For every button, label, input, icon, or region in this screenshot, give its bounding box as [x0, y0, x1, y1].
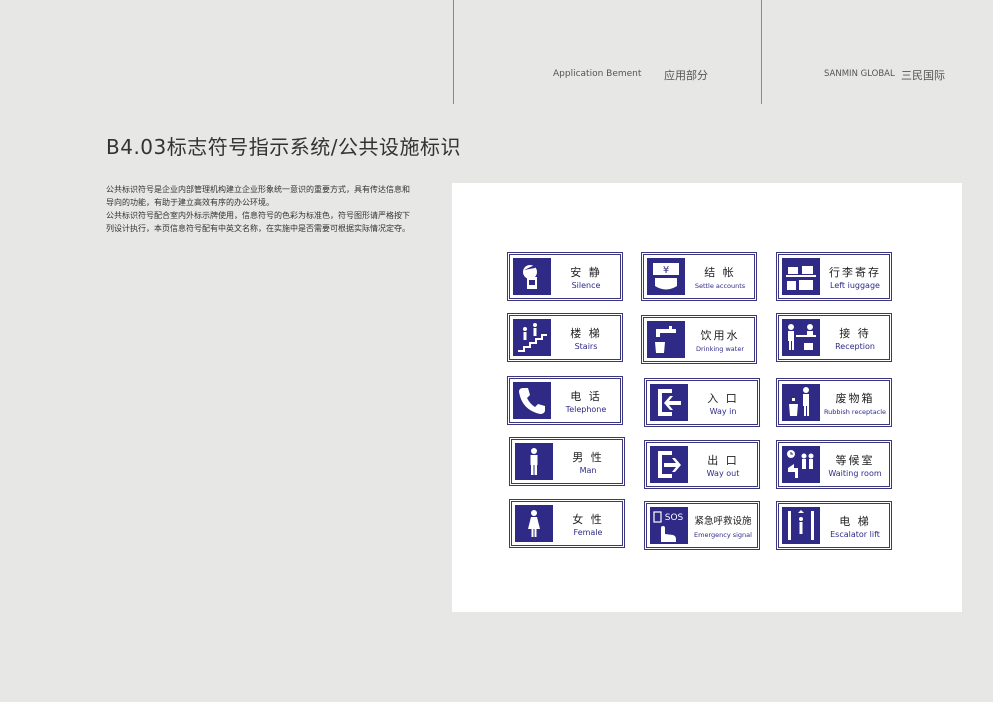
sign-label-cn: 入 口	[707, 392, 739, 405]
header-divider-left	[453, 0, 454, 104]
brand-name-cn: 三民国际	[901, 69, 945, 82]
sign-label-cn: 电 梯	[839, 515, 871, 528]
signage-panel: 安 静 Silence ¥ 结 帐 Settle accounts 行李寄存 L…	[452, 183, 962, 612]
sign-label-cn: 饮用水	[700, 329, 740, 342]
header-divider-right	[761, 0, 762, 104]
sign-escalator-lift: 电 梯 Escalator lift	[778, 503, 890, 548]
sign-label-cn: 出 口	[707, 454, 739, 467]
exit-icon	[650, 446, 688, 483]
sign-settle-accounts: ¥ 结 帐 Settle accounts	[643, 254, 755, 299]
sign-label-cn: 行李寄存	[829, 266, 881, 279]
sign-waiting-room: 等候室 Waiting room	[778, 442, 890, 487]
sign-label-en: Stairs	[574, 342, 598, 351]
sign-label-en: Left iuggage	[830, 281, 880, 290]
sign-way-out: 出 口 Way out	[646, 442, 758, 487]
sign-stairs: 楼 梯 Stairs	[509, 315, 621, 360]
silence-icon	[513, 258, 551, 295]
sign-way-in: 入 口 Way in	[646, 380, 758, 425]
sign-label-en: Emergency signal	[694, 531, 752, 539]
man-icon	[515, 443, 553, 480]
sign-reception: 接 待 Reception	[778, 315, 890, 360]
svg-text:¥: ¥	[663, 265, 669, 276]
description: 公共标识符号是企业内部管理机构建立企业形象统一意识的重要方式，具有传达信息和导向…	[106, 183, 416, 235]
sign-emergency-signal: SOS 紧急呼救设施 Emergency signal	[646, 503, 758, 548]
sign-label-en: Settle accounts	[694, 282, 746, 290]
yen-cashier-icon: ¥	[647, 258, 685, 295]
sign-label-en: Man	[579, 466, 597, 475]
sign-drinking-water: 饮用水 Drinking water	[643, 317, 755, 362]
sign-label-cn: 接 待	[839, 327, 871, 340]
telephone-icon	[513, 382, 551, 419]
woman-icon	[515, 505, 553, 542]
sign-label-cn: 电 话	[570, 390, 602, 403]
reception-icon	[782, 319, 820, 356]
sign-man: 男 性 Man	[511, 439, 623, 484]
sign-silence: 安 静 Silence	[509, 254, 621, 299]
sign-label-en: Waiting room	[828, 469, 882, 478]
sign-label-en: Way in	[709, 407, 737, 416]
elevator-icon	[782, 507, 820, 544]
sign-label-en: Drinking water	[695, 345, 744, 353]
sign-label-cn: 男 性	[572, 451, 604, 464]
waiting-room-icon	[782, 446, 820, 483]
sign-label-en: Rubbish receptacle	[823, 408, 887, 416]
sign-label-cn: 紧急呼救设施	[694, 516, 752, 527]
sign-label-en: Way out	[706, 469, 740, 478]
entrance-icon	[650, 384, 688, 421]
section-label-en: Application Bement	[553, 69, 642, 79]
sign-label-cn: 结 帐	[704, 266, 736, 279]
section-label-cn: 应用部分	[664, 69, 708, 82]
sign-label-cn: 女 性	[572, 513, 604, 526]
sign-label-cn: 等候室	[835, 454, 875, 467]
page-title: B4.03标志符号指示系统/公共设施标识	[106, 135, 461, 159]
luggage-icon	[782, 258, 820, 295]
sign-label-en: Reception	[835, 342, 875, 351]
sign-female: 女 性 Female	[511, 501, 623, 546]
sign-label-en: Female	[573, 528, 603, 537]
stairs-icon	[513, 319, 551, 356]
description-paragraph: 公共标识符号是企业内部管理机构建立企业形象统一意识的重要方式，具有传达信息和导向…	[106, 185, 410, 207]
sign-label-cn: 安 静	[570, 266, 602, 279]
brand-name-en: SANMIN GLOBAL	[824, 69, 895, 79]
sign-label-en: Escalator lift	[830, 530, 880, 539]
sos-button-icon: SOS	[650, 507, 688, 544]
sign-label-en: Silence	[571, 281, 601, 290]
rubbish-bin-icon	[782, 384, 820, 421]
faucet-icon	[647, 321, 685, 358]
sign-left-luggage: 行李寄存 Left iuggage	[778, 254, 890, 299]
sign-label-cn: 废物箱	[835, 392, 875, 405]
sign-rubbish-receptacle: 废物箱 Rubbish receptacle	[778, 380, 890, 425]
description-paragraph: 公共标识符号配合室内外标示牌使用，信息符号的色彩为标准色，符号图形请严格按下列设…	[106, 211, 410, 233]
sign-label-en: Telephone	[565, 405, 607, 414]
svg-text:SOS: SOS	[665, 513, 684, 523]
sign-telephone: 电 话 Telephone	[509, 378, 621, 423]
sign-label-cn: 楼 梯	[570, 327, 602, 340]
